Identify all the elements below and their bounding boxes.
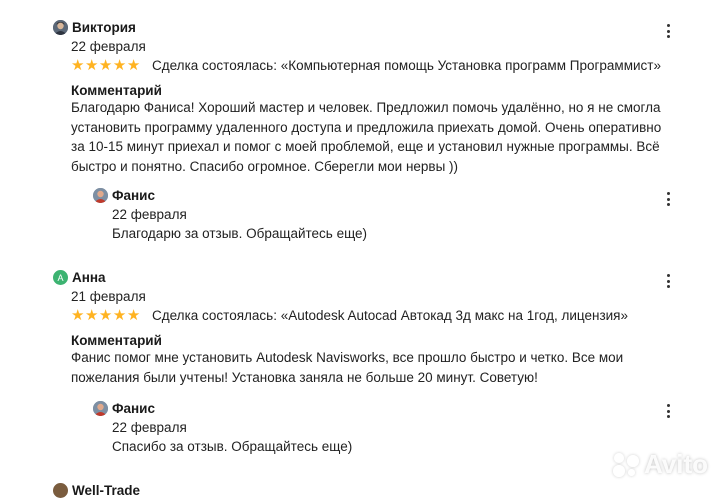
- kebab-menu-icon[interactable]: [661, 402, 675, 420]
- star-icon: ★: [71, 57, 85, 74]
- comment-line: за 10-15 минут приехал и помог с моей пр…: [71, 139, 660, 154]
- comment-text: Благодарю Фаниса! Хороший мастер и челов…: [71, 98, 671, 176]
- user-photo-icon: [93, 401, 108, 416]
- star-icon: ★: [126, 307, 141, 324]
- comment-heading: Комментарий: [71, 333, 162, 348]
- kebab-menu-icon[interactable]: [661, 22, 675, 40]
- avito-watermark: Avito: [612, 449, 708, 480]
- kebab-menu-icon[interactable]: [661, 190, 675, 208]
- author-name[interactable]: Анна: [72, 270, 106, 285]
- comment-line: Фанис помог мне установить Autodesk Navi…: [71, 350, 624, 365]
- star-icon: ★: [112, 307, 127, 324]
- comment-heading: Комментарий: [71, 83, 162, 98]
- reply-author-name[interactable]: Фанис: [112, 188, 155, 203]
- star-icon: ★: [126, 57, 141, 74]
- deal-info[interactable]: Сделка состоялась: «Компьютерная помощь …: [152, 58, 661, 73]
- star-icon: ★: [84, 57, 99, 74]
- star-icon: ★: [84, 307, 99, 324]
- reply-date: 22 февраля: [112, 420, 187, 435]
- avatar[interactable]: [93, 188, 108, 203]
- reply-header: Фанис: [93, 401, 155, 416]
- comment-line: быстро и понятно. Спасибо огромное. Сбер…: [71, 158, 459, 174]
- user-photo-icon: [93, 188, 108, 203]
- star-icon: ★: [98, 307, 113, 324]
- avito-logo-icon: [612, 452, 642, 478]
- deal-info[interactable]: Сделка состоялась: «Autodesk Autocad Авт…: [152, 308, 628, 323]
- review-header: А Анна: [53, 270, 106, 285]
- comment-line: Благодарю Фаниса! Хороший мастер и челов…: [71, 100, 661, 115]
- star-icon: ★: [98, 57, 113, 74]
- reply-text: Благодарю за отзыв. Обращайтесь еще): [112, 226, 368, 241]
- reply-author-name[interactable]: Фанис: [112, 401, 155, 416]
- user-photo-icon: [53, 20, 68, 35]
- comment-text: Фанис помог мне установить Autodesk Navi…: [71, 348, 671, 387]
- star-icon: ★: [71, 307, 85, 324]
- review-date: 22 февраля: [71, 39, 146, 54]
- reply-date: 22 февраля: [112, 207, 187, 222]
- comment-line: пожелания были учтены! Установка заняла …: [71, 369, 538, 385]
- rating-stars: ★ ★ ★ ★ ★: [71, 58, 141, 73]
- author-name[interactable]: Виктория: [72, 20, 136, 35]
- reply-header: Фанис: [93, 188, 155, 203]
- rating-stars: ★ ★ ★ ★ ★: [71, 308, 141, 323]
- star-icon: ★: [112, 57, 127, 74]
- review-date: 21 февраля: [71, 289, 146, 304]
- avatar[interactable]: [53, 20, 68, 35]
- avatar[interactable]: [93, 401, 108, 416]
- review-header: Виктория: [53, 20, 136, 35]
- comment-line: установить программу удаленного доступа …: [71, 119, 662, 135]
- reply-text: Спасибо за отзыв. Обращайтесь еще): [112, 439, 353, 454]
- avatar[interactable]: А: [53, 270, 68, 285]
- kebab-menu-icon[interactable]: [661, 272, 675, 290]
- watermark-text: Avito: [644, 449, 709, 479]
